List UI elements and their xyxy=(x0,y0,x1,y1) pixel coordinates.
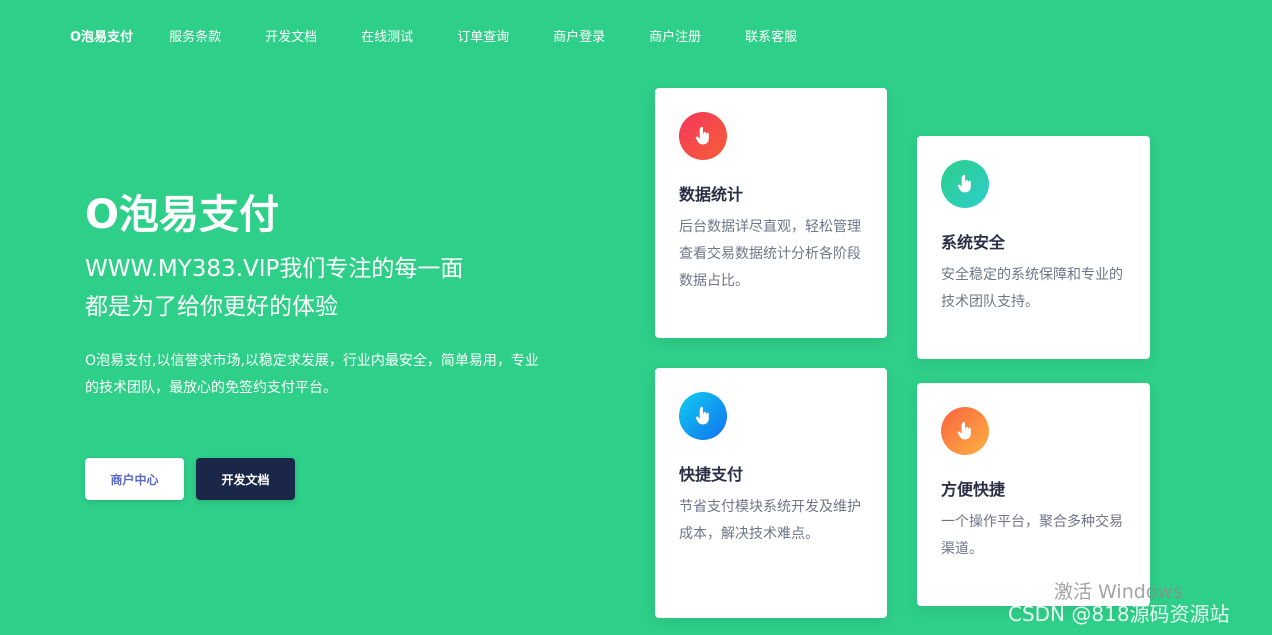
feature-card-quick-pay: 快捷支付 节省支付模块系统开发及维护成本，解决技术难点。 xyxy=(655,368,887,618)
feature-title: 数据统计 xyxy=(679,185,744,204)
hero-subtitle: WWW.MY383.VIP我们专注的每一面 都是为了给你更好的体验 xyxy=(85,250,545,326)
feature-description: 后台数据详尽直观，轻松管理查看交易数据统计分析各阶段数据占比。 xyxy=(679,219,861,289)
pointing-hand-icon xyxy=(695,126,709,145)
pointing-hand-icon xyxy=(957,421,971,440)
nav-link-contact-support[interactable]: 联系客服 xyxy=(745,26,797,45)
nav-brand[interactable]: O泡易支付 xyxy=(70,26,133,45)
feature-description: 一个操作平台，聚合多种交易渠道。 xyxy=(941,514,1123,557)
feature-card-convenient: 方便快捷 一个操作平台，聚合多种交易渠道。 xyxy=(917,383,1150,606)
pointing-hand-icon xyxy=(957,174,971,193)
hero-subtitle-line-1: WWW.MY383.VIP我们专注的每一面 xyxy=(85,256,464,282)
feature-title: 方便快捷 xyxy=(941,480,1006,499)
feature-icon-circle xyxy=(679,392,727,440)
top-nav: O泡易支付 服务条款 开发文档 在线测试 订单查询 商户登录 商户注册 联系客服 xyxy=(70,26,841,45)
feature-card-system-security: 系统安全 安全稳定的系统保障和专业的技术团队支持。 xyxy=(917,136,1150,359)
csdn-watermark: CSDN @818源码资源站 xyxy=(1008,602,1230,626)
feature-card-data-stats: 数据统计 后台数据详尽直观，轻松管理查看交易数据统计分析各阶段数据占比。 xyxy=(655,88,887,338)
nav-link-docs[interactable]: 开发文档 xyxy=(265,26,317,45)
hero-description: O泡易支付,以信誉求市场,以稳定求发展，行业内最安全，简单易用，专业的技术团队，… xyxy=(85,353,539,396)
feature-icon-circle xyxy=(679,112,727,160)
hero-subtitle-line-2: 都是为了给你更好的体验 xyxy=(85,294,338,320)
nav-link-merchant-register[interactable]: 商户注册 xyxy=(649,26,701,45)
feature-description: 安全稳定的系统保障和专业的技术团队支持。 xyxy=(941,267,1123,310)
feature-title: 快捷支付 xyxy=(679,465,744,484)
feature-icon-circle xyxy=(941,407,989,455)
hero-title: O泡易支付 xyxy=(85,192,280,238)
nav-link-merchant-login[interactable]: 商户登录 xyxy=(553,26,605,45)
feature-title: 系统安全 xyxy=(941,233,1006,252)
feature-description: 节省支付模块系统开发及维护成本，解决技术难点。 xyxy=(679,499,861,542)
merchant-center-button[interactable]: 商户中心 xyxy=(85,458,184,500)
dev-docs-button[interactable]: 开发文档 xyxy=(196,458,295,500)
nav-link-online-test[interactable]: 在线测试 xyxy=(361,26,413,45)
feature-icon-circle xyxy=(941,160,989,208)
nav-link-order-query[interactable]: 订单查询 xyxy=(457,26,509,45)
nav-link-terms[interactable]: 服务条款 xyxy=(169,26,221,45)
pointing-hand-icon xyxy=(695,406,709,425)
